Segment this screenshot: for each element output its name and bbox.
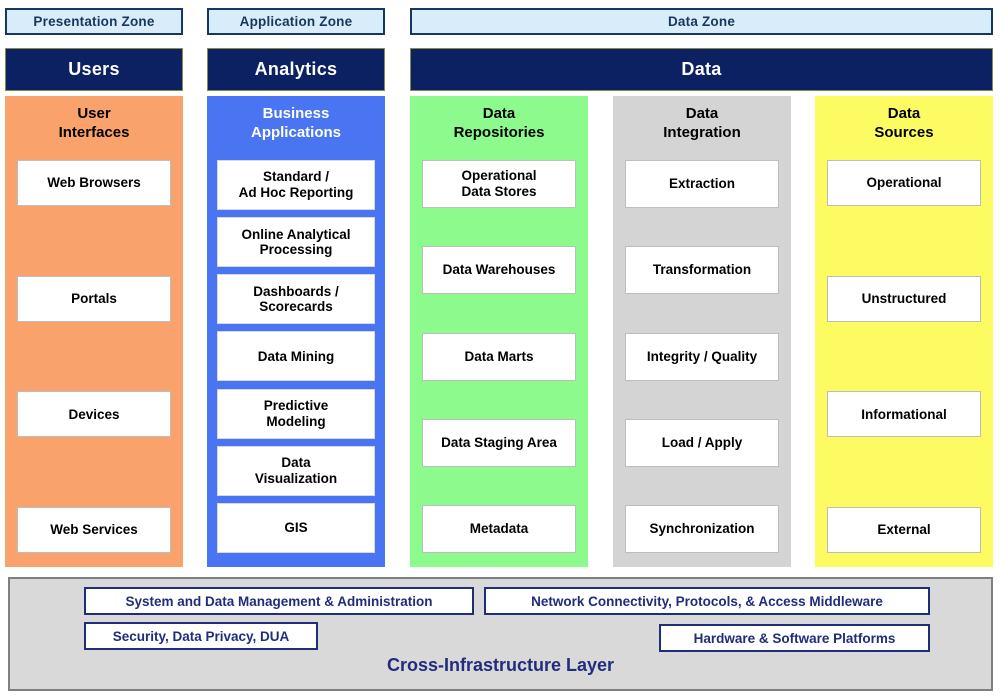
column-data-repositories: Data Repositories Operational Data Store… (410, 96, 588, 567)
column-header: Data Repositories (410, 96, 588, 160)
diagram-box-unstructured: Unstructured (827, 276, 981, 322)
diagram-box-data-warehouses: Data Warehouses (422, 246, 576, 294)
diagram-box-predictive-modeling: Predictive Modeling (217, 389, 375, 439)
diagram-box-web-browsers: Web Browsers (17, 160, 171, 206)
diagram-box-transformation: Transformation (625, 246, 779, 294)
cross-infrastructure-title: Cross-Infrastructure Layer (10, 655, 991, 676)
column-data-sources: Data Sources Operational Unstructured In… (815, 96, 993, 567)
column-box-list: Standard / Ad Hoc Reporting Online Analy… (207, 160, 385, 567)
column-box-list: Operational Unstructured Informational E… (815, 160, 993, 567)
diagram-box-data-mining: Data Mining (217, 331, 375, 381)
infra-box-system-data-management: System and Data Management & Administrat… (84, 587, 474, 615)
diagram-box-load-apply: Load / Apply (625, 419, 779, 467)
diagram-box-extraction: Extraction (625, 160, 779, 208)
diagram-box-external: External (827, 507, 981, 553)
diagram-box-standard-adhoc-reporting: Standard / Ad Hoc Reporting (217, 160, 375, 210)
infra-box-network-connectivity: Network Connectivity, Protocols, & Acces… (484, 587, 930, 615)
zone-header-application: Application Zone (207, 8, 385, 35)
cross-infrastructure-band: System and Data Management & Administrat… (8, 577, 993, 691)
diagram-box-operational: Operational (827, 160, 981, 206)
diagram-box-metadata: Metadata (422, 505, 576, 553)
column-header: Data Integration (613, 96, 791, 160)
bi-architecture-diagram: Presentation Zone Application Zone Data … (0, 0, 1003, 696)
diagram-box-portals: Portals (17, 276, 171, 322)
column-box-list: Extraction Transformation Integrity / Qu… (613, 160, 791, 567)
column-box-list: Web Browsers Portals Devices Web Service… (5, 160, 183, 567)
diagram-box-dashboards-scorecards: Dashboards / Scorecards (217, 274, 375, 324)
band-header-users: Users (5, 48, 183, 91)
infra-box-hardware-software-platforms: Hardware & Software Platforms (659, 624, 930, 652)
diagram-box-devices: Devices (17, 391, 171, 437)
diagram-box-web-services: Web Services (17, 507, 171, 553)
band-header-analytics: Analytics (207, 48, 385, 91)
column-header: User Interfaces (5, 96, 183, 160)
column-data-integration: Data Integration Extraction Transformati… (613, 96, 791, 567)
diagram-box-operational-data-stores: Operational Data Stores (422, 160, 576, 208)
diagram-box-online-analytical-processing: Online Analytical Processing (217, 217, 375, 267)
diagram-box-data-marts: Data Marts (422, 333, 576, 381)
column-header: Business Applications (207, 96, 385, 160)
column-box-list: Operational Data Stores Data Warehouses … (410, 160, 588, 567)
diagram-box-data-staging-area: Data Staging Area (422, 419, 576, 467)
band-header-data: Data (410, 48, 993, 91)
diagram-box-informational: Informational (827, 391, 981, 437)
column-header: Data Sources (815, 96, 993, 160)
column-user-interfaces: User Interfaces Web Browsers Portals Dev… (5, 96, 183, 567)
column-business-applications: Business Applications Standard / Ad Hoc … (207, 96, 385, 567)
infra-box-security-privacy-dua: Security, Data Privacy, DUA (84, 622, 318, 650)
diagram-box-data-visualization: Data Visualization (217, 446, 375, 496)
zone-header-presentation: Presentation Zone (5, 8, 183, 35)
diagram-box-gis: GIS (217, 503, 375, 553)
diagram-box-integrity-quality: Integrity / Quality (625, 333, 779, 381)
diagram-box-synchronization: Synchronization (625, 505, 779, 553)
zone-header-data: Data Zone (410, 8, 993, 35)
